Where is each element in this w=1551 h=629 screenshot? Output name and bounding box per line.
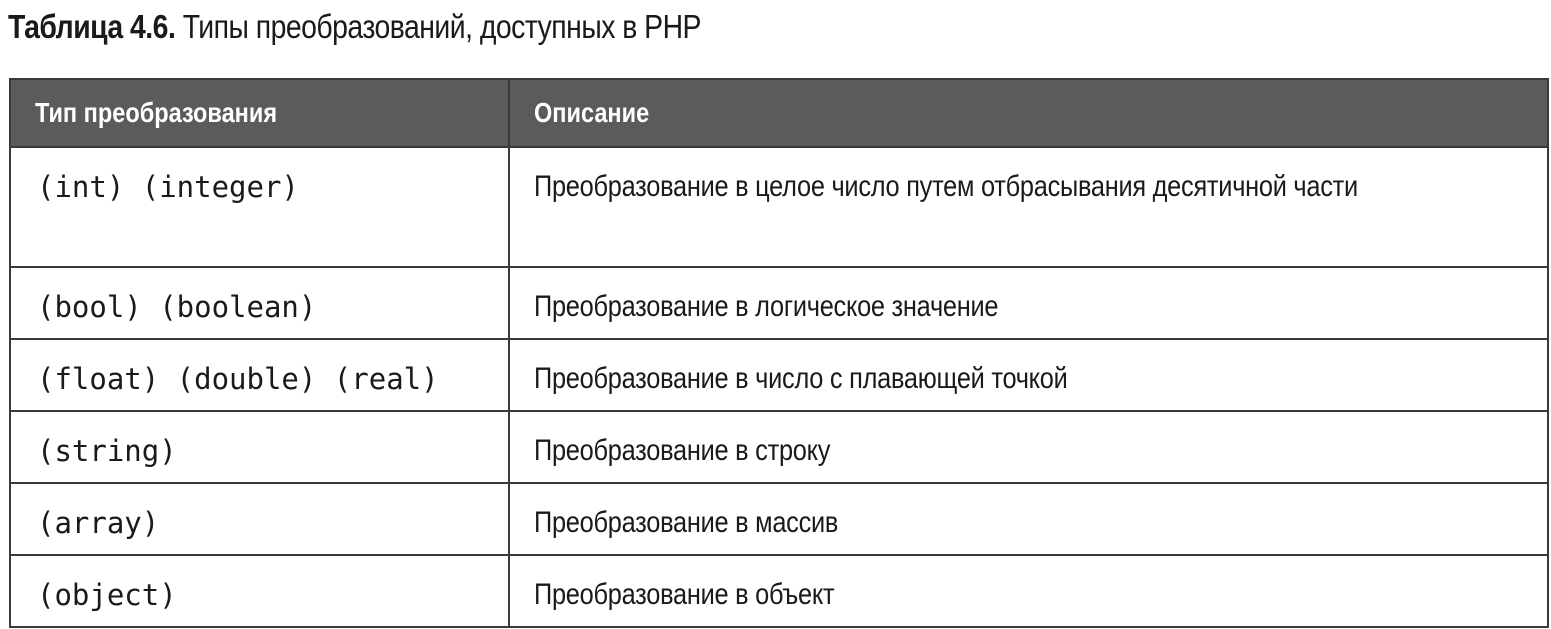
description-cell: Преобразование в объект (508, 554, 1549, 628)
cast-type-cell: (float) (double) (real) (9, 338, 510, 412)
description-cell: Преобразование в логическое значение (508, 266, 1549, 340)
description-cell: Преобразование в строку (508, 410, 1549, 484)
caption-number: Таблица 4.6. (8, 8, 176, 45)
caption-text: Типы преобразований, доступных в PHP (182, 8, 702, 45)
table-row: (object) Преобразование в объект (9, 554, 1549, 628)
table-row: (bool) (boolean) Преобразование в логиче… (9, 266, 1549, 340)
cast-type-cell: (array) (9, 482, 510, 556)
cast-type-cell: (bool) (boolean) (9, 266, 510, 340)
table-caption: Таблица 4.6. Типы преобразований, доступ… (8, 4, 702, 50)
cast-type-cell: (int) (integer) (9, 146, 510, 268)
header-cast-type: Тип преобразования (9, 78, 510, 148)
type-casts-table: Тип преобразования Описание (int) (integ… (9, 78, 1549, 628)
table-header-row: Тип преобразования Описание (9, 78, 1549, 148)
table-row: (string) Преобразование в строку (9, 410, 1549, 484)
table-row: (float) (double) (real) Преобразование в… (9, 338, 1549, 412)
header-description: Описание (508, 78, 1549, 148)
description-cell: Преобразование в целое число путем отбра… (508, 146, 1549, 268)
cast-type-cell: (string) (9, 410, 510, 484)
table-row: (int) (integer) Преобразование в целое ч… (9, 146, 1549, 268)
description-cell: Преобразование в массив (508, 482, 1549, 556)
cast-type-cell: (object) (9, 554, 510, 628)
table-row: (array) Преобразование в массив (9, 482, 1549, 556)
description-cell: Преобразование в число с плавающей точко… (508, 338, 1549, 412)
